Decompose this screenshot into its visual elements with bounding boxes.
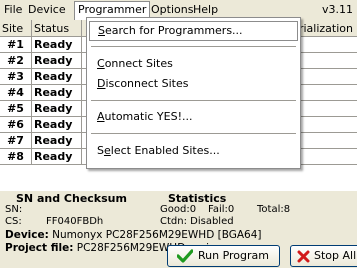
menu-item-text: isconnect Sites	[105, 77, 189, 90]
status-cell: Ready	[32, 117, 82, 133]
bottom-panel: SN and Checksum SN: CS: FF040FBDh Statis…	[0, 192, 357, 268]
site-cell: #3	[0, 69, 32, 85]
site-cell: #5	[0, 101, 32, 117]
site-cell: #1	[0, 37, 32, 53]
site-cell: #8	[0, 149, 32, 165]
header-serialization-label: rialization	[298, 22, 353, 35]
menu-item-text: utomatic YES!...	[104, 110, 193, 123]
cs-value: FF040FBDh	[46, 216, 104, 227]
device-value: Numonyx PC28F256M29EWHD [BGA64]	[52, 229, 262, 241]
device-label: Device:	[5, 229, 49, 241]
menu-item-disconnect-sites[interactable]: Disconnect Sites	[97, 77, 188, 90]
menu-item-mnemonic: S	[98, 24, 105, 37]
menu-item-mnemonic: A	[97, 110, 105, 123]
countdown-status: Ctdn: Disabled	[160, 216, 234, 227]
menu-separator	[91, 100, 296, 101]
run-program-label: Run Program	[198, 249, 270, 262]
site-cell: #4	[0, 85, 32, 101]
menu-item-select-enabled-sites[interactable]: Select Enabled Sites...	[97, 144, 220, 157]
menu-item-search-programmers[interactable]: Search for Programmers...	[89, 21, 298, 41]
status-cell: Ready	[32, 101, 82, 117]
header-site[interactable]: Site	[0, 20, 32, 37]
status-cell: Ready	[32, 53, 82, 69]
cs-label: CS:	[5, 216, 22, 227]
version-label: v3.11	[321, 3, 353, 16]
red-x-icon	[297, 250, 310, 263]
menu-options[interactable]: Options	[151, 3, 193, 16]
checkmark-icon	[177, 249, 193, 263]
menu-item-text: lect Enabled Sites...	[110, 144, 220, 157]
menu-item-text: onnect Sites	[104, 57, 173, 70]
status-cell: Ready	[32, 37, 82, 53]
status-cell: Ready	[32, 85, 82, 101]
site-cell: #6	[0, 117, 32, 133]
stop-all-button[interactable]: Stop All	[290, 245, 357, 267]
good-count: Good:0	[160, 204, 197, 215]
menu-item-text: earch for Programmers...	[104, 24, 243, 37]
menu-separator	[91, 133, 296, 134]
fail-count: Fail:0	[208, 204, 235, 215]
device-info: Device: Numonyx PC28F256M29EWHD [BGA64]	[5, 229, 262, 241]
menu-item-mnemonic: e	[103, 144, 111, 157]
menu-separator	[91, 46, 296, 47]
menu-device[interactable]: Device	[28, 3, 66, 16]
menu-item-mnemonic: C	[97, 57, 105, 70]
site-cell: #7	[0, 133, 32, 149]
status-cell: Ready	[32, 149, 82, 165]
stop-all-label: Stop All	[314, 249, 357, 262]
menu-item-connect-sites[interactable]: Connect Sites	[97, 57, 173, 70]
run-program-button[interactable]: Run Program	[167, 245, 280, 267]
menu-item-automatic-yes[interactable]: Automatic YES!...	[97, 110, 192, 123]
site-cell: #2	[0, 53, 32, 69]
programmer-dropdown: Search for Programmers... Connect Sites …	[86, 17, 301, 169]
sn-checksum-title: SN and Checksum	[16, 192, 127, 205]
status-cell: Ready	[32, 133, 82, 149]
sn-label: SN:	[5, 204, 23, 215]
menu-item-text: S	[97, 144, 104, 157]
menu-file[interactable]: File	[4, 3, 22, 16]
status-cell: Ready	[32, 69, 82, 85]
project-label: Project file:	[5, 242, 74, 254]
total-count: Total:8	[257, 204, 291, 215]
header-status[interactable]: Status	[32, 20, 82, 37]
menu-help[interactable]: Help	[193, 3, 218, 16]
